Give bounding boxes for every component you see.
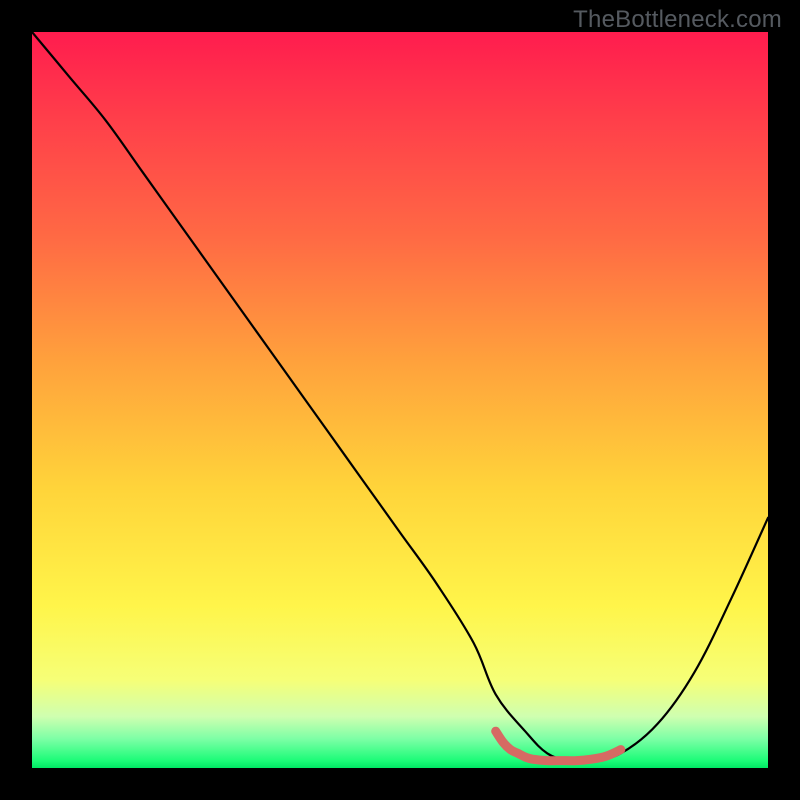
watermark-text: TheBottleneck.com [573, 6, 782, 34]
chart-frame: TheBottleneck.com [0, 0, 800, 800]
chart-svg [32, 32, 768, 768]
optimal-range-marker-path [496, 731, 621, 761]
bottleneck-curve-path [32, 32, 768, 762]
chart-plot-area [32, 32, 768, 768]
